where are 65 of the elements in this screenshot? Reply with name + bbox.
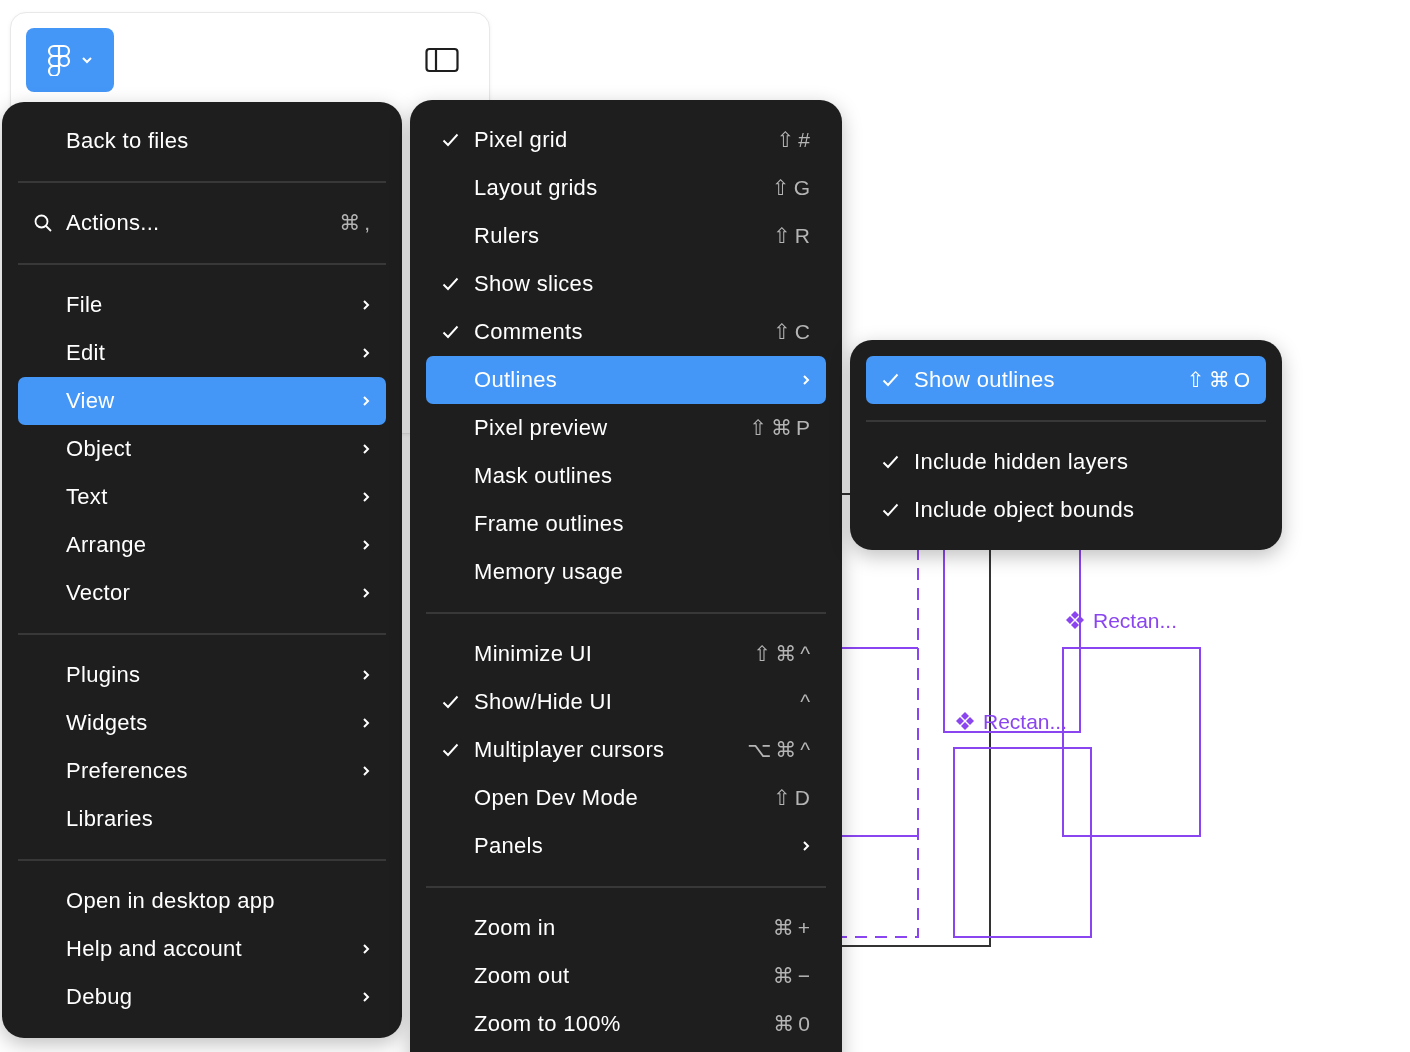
menu-item[interactable]: Arrange [18,521,386,569]
checkmark-icon [882,455,899,469]
shortcut-text: ⇧C [773,320,814,344]
menu-item[interactable]: Pixel preview ⇧⌘P [426,404,826,452]
menu-item[interactable]: Preferences [18,747,386,795]
panel-toggle-button[interactable] [425,47,459,73]
shortcut-text: ⇧D [773,786,814,810]
shortcut-text: ⇧G [772,176,814,200]
checkmark-icon [882,373,899,387]
menu-item[interactable]: Include hidden layers [866,438,1266,486]
layer-name-label: Rectan... [1093,609,1178,632]
menu-item[interactable]: Show slices [426,260,826,308]
menu-item[interactable]: Rulers ⇧R [426,212,826,260]
menu-item[interactable]: Mask outlines [426,452,826,500]
menu-item[interactable]: Open in desktop app [18,877,386,925]
menu-item[interactable]: Frame outlines [426,500,826,548]
checkmark-icon [442,325,459,339]
shortcut-text: ⌥⌘^ [746,738,814,762]
menu-item[interactable]: Vector [18,569,386,617]
menu-item[interactable]: Minimize UI ⇧⌘^ [426,630,826,678]
shortcut-text: ⌘+ [772,916,814,940]
menu-item[interactable]: Memory usage [426,548,826,596]
menu-item[interactable]: Include object bounds [866,486,1266,534]
checkmark-icon [442,277,459,291]
shortcut-text: ⇧⌘O [1187,368,1254,392]
checkmark-icon [882,503,899,517]
checkmark-icon [442,133,459,147]
menu-item[interactable]: Pixel grid ⇧# [426,116,826,164]
menu-item[interactable]: Open Dev Mode ⇧D [426,774,826,822]
shortcut-text: ⇧⌘^ [753,642,814,666]
shortcut-text: ⌘, [339,211,374,235]
menu-item[interactable]: Help and account [18,925,386,973]
menu-item[interactable]: Panels [426,822,826,870]
menu-item[interactable]: Edit [18,329,386,377]
shortcut-text: ⌘0 [773,1012,814,1036]
menu-item[interactable]: Object [18,425,386,473]
menu-item[interactable]: Actions... ⌘, [18,199,386,247]
search-icon [34,214,52,232]
menu-item[interactable]: Zoom out ⌘− [426,952,826,1000]
menu-item[interactable]: Comments ⇧C [426,308,826,356]
chevron-down-icon [81,56,93,64]
menu-item[interactable]: Text [18,473,386,521]
menu-item[interactable]: Layout grids ⇧G [426,164,826,212]
menu-item[interactable]: File [18,281,386,329]
menu-item[interactable]: Libraries [18,795,386,843]
menu-item[interactable]: Widgets [18,699,386,747]
menu-item[interactable]: Debug [18,973,386,1021]
logo-icon [47,44,71,76]
component-icon [956,712,974,730]
menu-item[interactable]: Back to files [18,117,386,165]
shortcut-text: ^ [800,690,814,714]
menu-item[interactable]: Multiplayer cursors ⌥⌘^ [426,726,826,774]
shortcut-text: ⇧⌘P [749,416,814,440]
menu-item[interactable]: Show/Hide UI ^ [426,678,826,726]
checkmark-icon [442,743,459,757]
shortcut-text: ⇧R [773,224,814,248]
menu-item[interactable]: Zoom in ⌘+ [426,904,826,952]
shortcut-text: ⇧# [776,128,814,152]
menu-item[interactable]: Plugins [18,651,386,699]
menu-item[interactable]: Zoom to 100% ⌘0 [426,1000,826,1048]
sidebar-icon [425,47,459,73]
main-menu-button[interactable] [26,28,114,92]
shortcut-text: ⌘− [772,964,814,988]
component-icon [1066,611,1084,629]
checkmark-icon [442,695,459,709]
